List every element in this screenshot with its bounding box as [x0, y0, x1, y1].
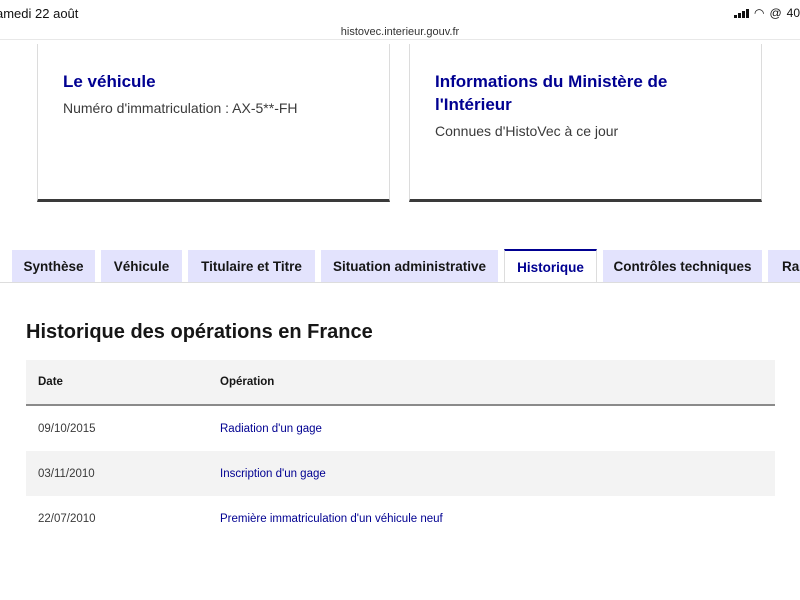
row-date: 03/11/2010: [38, 467, 95, 480]
url-bar[interactable]: histovec.interieur.gouv.fr: [0, 22, 800, 40]
cellular-signal-icon: [734, 8, 749, 18]
column-header-operation: Opération: [220, 376, 275, 388]
tab-rapport[interactable]: Rap: [768, 250, 800, 282]
row-operation-link[interactable]: Radiation d'un gage: [220, 423, 775, 435]
vehicle-card: Le véhicule Numéro d'immatriculation : A…: [37, 44, 390, 202]
table-header: Date Opération: [26, 360, 775, 406]
operations-table: Date Opération 09/10/2015 Radiation d'un…: [26, 360, 775, 541]
ministry-info-card: Informations du Ministère de l'Intérieur…: [409, 44, 762, 202]
tab-titulaire-et-titre[interactable]: Titulaire et Titre: [188, 250, 315, 282]
vehicle-card-title: Le véhicule: [63, 72, 156, 91]
tab-vehicule[interactable]: Véhicule: [101, 250, 182, 282]
wifi-icon: ◠: [753, 6, 765, 20]
column-header-date: Date: [38, 376, 63, 388]
status-bar: amedi 22 août ◠ @ 40: [0, 0, 800, 22]
status-icons: ◠ @ 40: [734, 6, 800, 20]
table-row: 22/07/2010 Première immatriculation d'un…: [26, 496, 775, 541]
table-row: 03/11/2010 Inscription d'un gage: [26, 451, 775, 496]
tab-bar: Synthèse Véhicule Titulaire et Titre Sit…: [0, 249, 800, 283]
row-date: 22/07/2010: [38, 512, 96, 525]
status-time: amedi 22 août: [0, 6, 79, 21]
ministry-info-card-title: Informations du Ministère de l'Intérieur: [435, 72, 668, 114]
vehicle-card-description: Numéro d'immatriculation : AX-5**-FH: [63, 100, 298, 116]
tab-synthese[interactable]: Synthèse: [12, 250, 95, 282]
section-title: Historique des opérations en France: [26, 321, 373, 343]
row-date: 09/10/2015: [38, 422, 96, 435]
row-operation-link[interactable]: Inscription d'un gage: [220, 468, 775, 480]
tab-historique[interactable]: Historique: [504, 249, 597, 283]
orientation-lock-icon: @: [769, 6, 782, 20]
battery-level: 40: [786, 6, 800, 20]
row-operation-link[interactable]: Première immatriculation d'un véhicule n…: [220, 513, 775, 525]
tab-situation-administrative[interactable]: Situation administrative: [321, 250, 498, 282]
ministry-info-card-description: Connues d'HistoVec à ce jour: [435, 123, 619, 139]
url-text[interactable]: histovec.interieur.gouv.fr: [341, 26, 459, 38]
tab-controles-techniques[interactable]: Contrôles techniques: [603, 250, 762, 282]
table-row: 09/10/2015 Radiation d'un gage: [26, 406, 775, 451]
